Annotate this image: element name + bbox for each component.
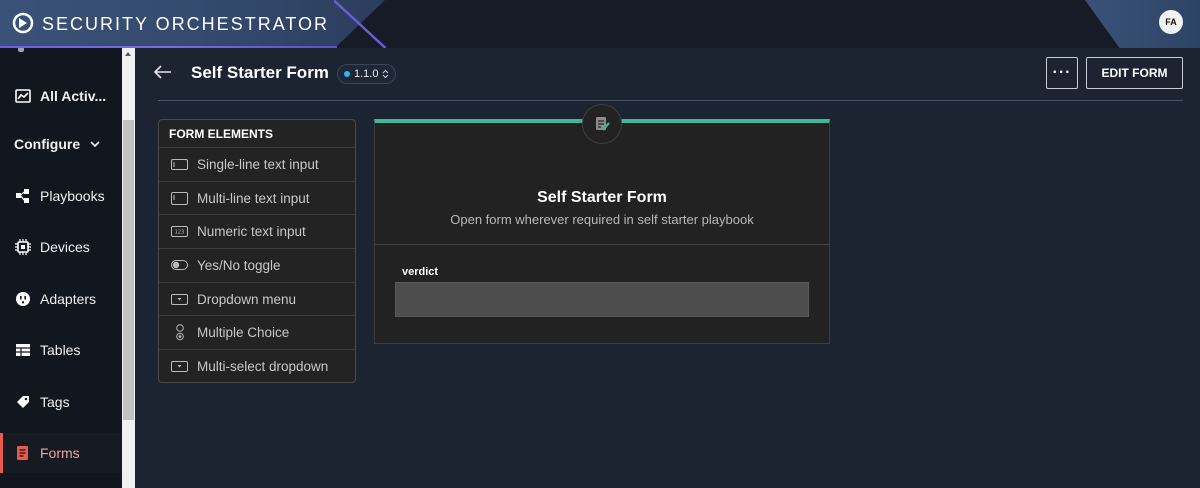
version-selector[interactable]: 1.1.0 — [337, 64, 397, 84]
dropdown-icon — [171, 293, 188, 305]
sidebar-item-forms[interactable]: Forms — [0, 433, 122, 473]
tag-icon — [14, 393, 32, 411]
form-element-label: Multiple Choice — [197, 325, 290, 341]
toggle-icon — [171, 260, 188, 271]
sidebar-item-label: All Activ... — [40, 88, 107, 104]
form-elements-header: FORM ELEMENTS — [169, 126, 273, 141]
sidebar-item-devices[interactable]: Devices — [0, 227, 122, 267]
form-element-multi-select[interactable]: Multi-select dropdown — [159, 349, 355, 382]
version-label: 1.1.0 — [354, 68, 379, 80]
sidebar-section-label: Configure — [14, 136, 81, 152]
user-avatar[interactable]: FA — [1159, 10, 1183, 34]
form-element-multi-line[interactable]: Multi-line text input — [159, 180, 355, 215]
sidebar-item-adapters[interactable]: Adapters — [0, 279, 122, 319]
sidebar-item-all-activities[interactable]: All Activ... — [0, 76, 122, 116]
form-description: Open form wherever required in self star… — [450, 212, 754, 227]
form-divider — [375, 244, 829, 245]
page-title: Self Starter Form — [191, 63, 329, 82]
header-divider — [158, 100, 1183, 101]
version-status-dot — [344, 71, 350, 77]
form-element-label: Dropdown menu — [197, 291, 297, 307]
form-icon — [14, 444, 32, 462]
brand-accent-diagonal — [334, 0, 386, 48]
sidebar-item-partial-icon — [18, 48, 24, 52]
more-options-button[interactable]: ··· — [1046, 57, 1078, 89]
form-element-dropdown[interactable]: Dropdown menu — [159, 281, 355, 316]
form-element-label: Numeric text input — [197, 224, 306, 240]
app-title: SECURITY ORCHESTRATOR — [42, 14, 330, 34]
sidebar-item-label: Playbooks — [40, 188, 105, 204]
sidebar-item-tables[interactable]: Tables — [0, 330, 122, 370]
single-line-input-icon — [171, 158, 188, 170]
chevron-up-down-icon — [383, 69, 389, 79]
numeric-icon-text: 123 — [175, 230, 185, 236]
sidebar-item-playbooks[interactable]: Playbooks — [0, 176, 122, 216]
multi-line-input-icon — [171, 191, 188, 205]
app-logo-icon[interactable] — [12, 12, 34, 34]
scrollbar-thumb[interactable] — [123, 120, 134, 420]
chevron-down-icon — [90, 141, 100, 148]
sidebar-item-label: Tags — [40, 394, 70, 410]
sidebar-item-label: Forms — [40, 445, 80, 461]
form-element-single-line[interactable]: Single-line text input — [159, 147, 355, 181]
form-title: Self Starter Form — [537, 189, 667, 206]
chip-icon — [14, 238, 32, 256]
form-badge — [582, 104, 622, 144]
top-bar: SECURITY ORCHESTRATOR FA — [0, 0, 1200, 48]
verdict-field-label: verdict — [402, 266, 439, 278]
scroll-up-arrow-icon[interactable] — [125, 52, 131, 56]
form-element-label: Multi-line text input — [197, 190, 310, 206]
table-icon — [14, 341, 32, 359]
arrow-left-icon — [153, 65, 171, 79]
sidebar-section-configure[interactable]: Configure — [14, 136, 100, 152]
form-element-numeric[interactable]: 123 Numeric text input — [159, 214, 355, 248]
sidebar-item-tags[interactable]: Tags — [0, 382, 122, 422]
form-edit-icon — [596, 117, 610, 131]
form-element-label: Single-line text input — [197, 156, 319, 172]
verdict-input[interactable] — [395, 282, 809, 317]
sidebar-item-label: Devices — [40, 239, 90, 255]
edit-form-button[interactable]: EDIT FORM — [1086, 57, 1183, 89]
playbooks-icon — [14, 187, 32, 205]
back-button[interactable] — [153, 63, 174, 83]
plug-icon — [14, 290, 32, 308]
form-element-label: Yes/No toggle — [197, 257, 281, 273]
multi-select-dropdown-icon — [171, 360, 188, 372]
sidebar-item-label: Tables — [40, 342, 81, 358]
sidebar: All Activ... Configure Playbooks Devices… — [0, 48, 122, 488]
form-elements-panel: FORM ELEMENTS Single-line text input Mul… — [158, 119, 356, 383]
form-element-toggle[interactable]: Yes/No toggle — [159, 248, 355, 282]
sidebar-item-label: Adapters — [40, 291, 97, 307]
multiple-choice-icon — [171, 324, 188, 341]
activity-chart-icon — [14, 87, 32, 105]
form-element-label: Multi-select dropdown — [197, 358, 329, 374]
numeric-input-icon: 123 — [171, 226, 188, 238]
form-element-multiple-choice[interactable]: Multiple Choice — [159, 315, 355, 349]
sidebar-scrollbar[interactable] — [122, 48, 135, 488]
